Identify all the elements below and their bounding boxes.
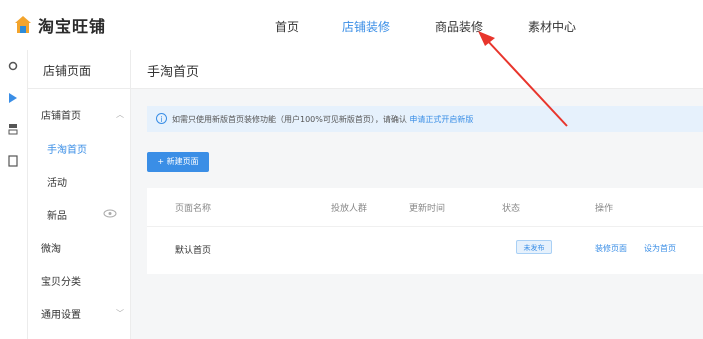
set-as-home-link[interactable]: 设为首页 bbox=[644, 243, 676, 254]
sidebar-item-shop-home[interactable]: 店铺首页 bbox=[41, 107, 81, 122]
pages-icon[interactable] bbox=[8, 92, 18, 104]
notice-text: 如需只使用新版首页装修功能（用户100%可见新版首页），请确认 申请正式开启新版 bbox=[172, 114, 473, 125]
app-title: 淘宝旺铺 bbox=[38, 17, 107, 36]
house-logo-icon bbox=[15, 16, 31, 33]
column-header-status: 状态 bbox=[502, 204, 521, 214]
column-header-name: 页面名称 bbox=[175, 204, 212, 214]
sidebar-header: 店铺页面 bbox=[28, 50, 130, 89]
sidebar: 店铺页面 店铺首页 ︿ 手淘首页 活动 新品 微淘 宝贝分类 通用设置 ﹀ bbox=[28, 50, 131, 339]
status-badge: 未发布 bbox=[516, 240, 552, 254]
nav-material-center[interactable]: 素材中心 bbox=[528, 18, 576, 35]
page-title-bar: 手淘首页 bbox=[131, 50, 703, 89]
top-bar: 淘宝旺铺 首页 店铺装修 商品装修 素材中心 bbox=[0, 0, 703, 51]
column-header-actions: 操作 bbox=[595, 204, 614, 214]
column-header-updated: 更新时间 bbox=[409, 204, 446, 214]
chevron-down-icon[interactable]: ﹀ bbox=[116, 308, 124, 319]
row-page-name: 默认首页 bbox=[175, 246, 212, 256]
header-divider bbox=[147, 226, 703, 227]
app-logo[interactable]: 淘宝旺铺 bbox=[14, 13, 106, 37]
sidebar-item-categories[interactable]: 宝贝分类 bbox=[41, 273, 81, 288]
notice-message: 如需只使用新版首页装修功能（用户100%可见新版首页），请确认 bbox=[172, 115, 407, 124]
chevron-up-icon[interactable]: ︿ bbox=[116, 109, 124, 120]
new-page-button[interactable]: + 新建页面 bbox=[147, 152, 209, 172]
icon-rail bbox=[0, 50, 28, 339]
column-header-audience: 投放人群 bbox=[331, 204, 368, 214]
nav-home[interactable]: 首页 bbox=[275, 18, 299, 35]
page-title: 手淘首页 bbox=[147, 65, 200, 80]
decorate-icon[interactable] bbox=[8, 60, 18, 72]
module-icon[interactable] bbox=[8, 123, 18, 135]
eye-icon[interactable] bbox=[103, 209, 117, 218]
main-content: 手淘首页 i 如需只使用新版首页装修功能（用户100%可见新版首页），请确认 申… bbox=[131, 50, 703, 339]
notice-link[interactable]: 申请正式开启新版 bbox=[409, 115, 473, 124]
notice-banner: i 如需只使用新版首页装修功能（用户100%可见新版首页），请确认 申请正式开启… bbox=[147, 106, 703, 132]
nav-product-decoration[interactable]: 商品装修 bbox=[435, 18, 483, 35]
sidebar-title: 店铺页面 bbox=[43, 64, 92, 78]
sidebar-item-weitao[interactable]: 微淘 bbox=[41, 240, 61, 255]
sidebar-item-general-settings[interactable]: 通用设置 bbox=[41, 306, 81, 321]
nav-shop-decoration[interactable]: 店铺装修 bbox=[342, 18, 390, 35]
sidebar-item-mobile-home[interactable]: 手淘首页 bbox=[47, 141, 87, 156]
decorate-page-link[interactable]: 装修页面 bbox=[595, 243, 627, 254]
info-icon: i bbox=[156, 113, 167, 124]
layout-icon[interactable] bbox=[8, 155, 18, 167]
pages-table: 页面名称 投放人群 更新时间 状态 操作 默认首页 未发布 装修页面 设为首页 bbox=[147, 188, 703, 274]
sidebar-item-activity[interactable]: 活动 bbox=[47, 174, 67, 189]
sidebar-item-new-products[interactable]: 新品 bbox=[47, 207, 67, 222]
